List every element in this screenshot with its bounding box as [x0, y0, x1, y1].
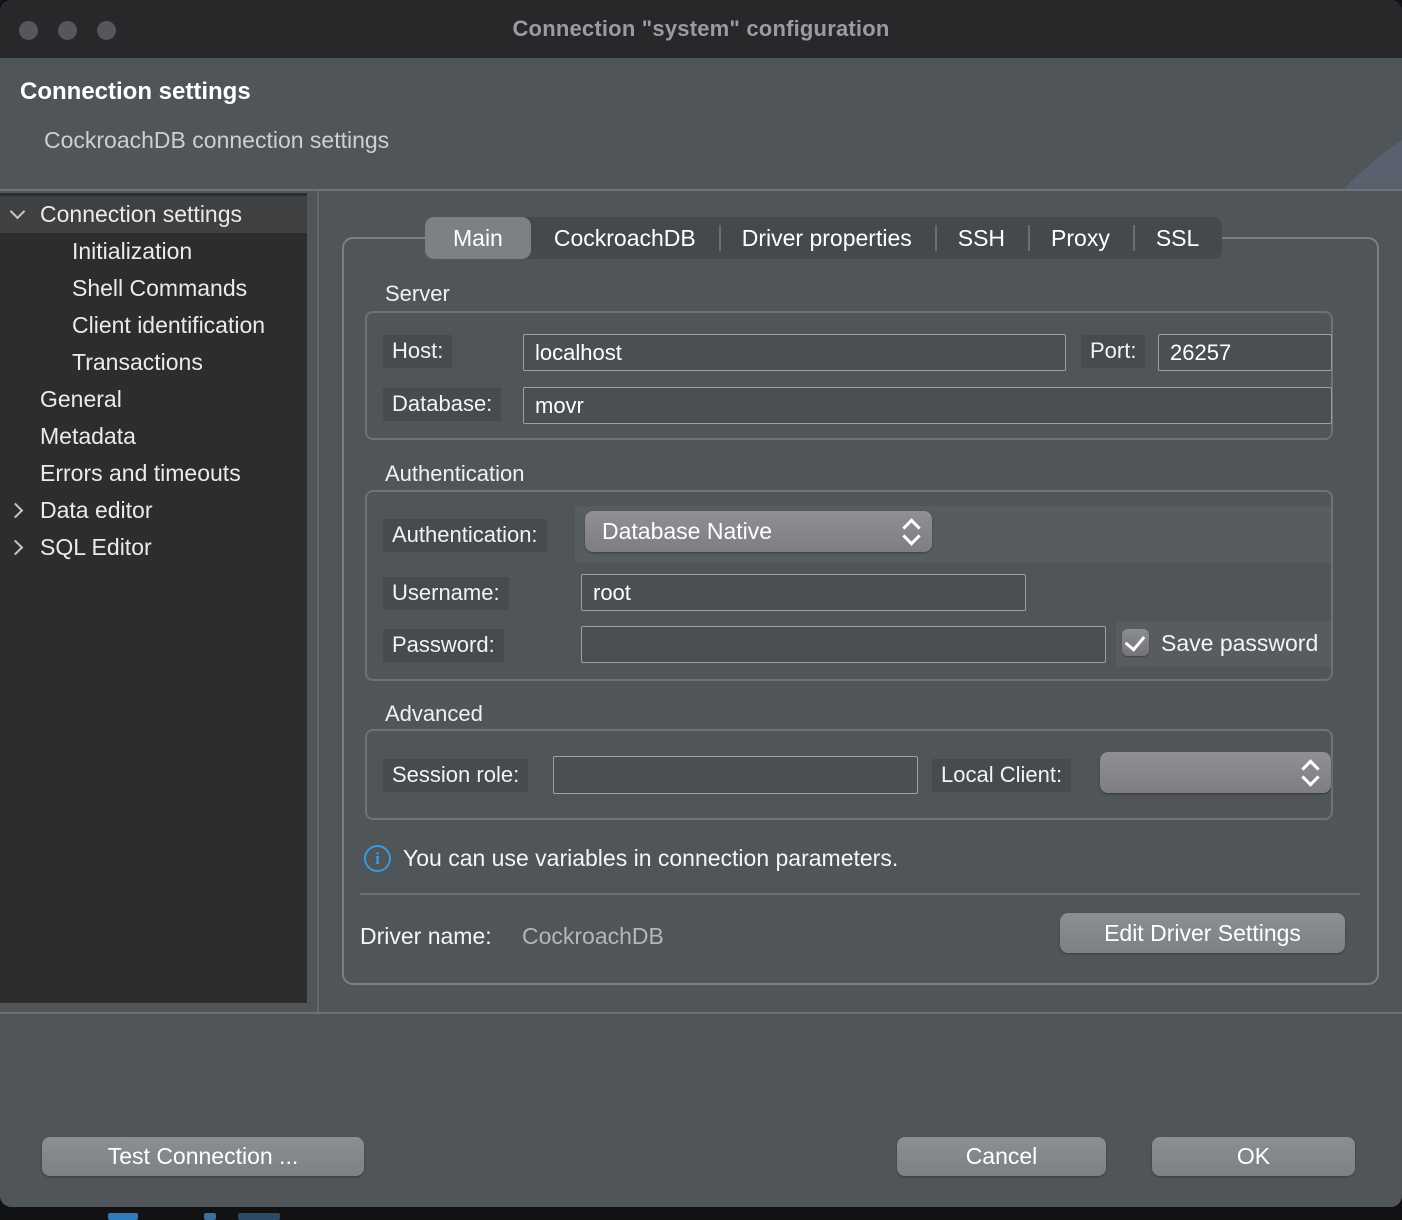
sidebar-item[interactable]: Initialization	[0, 233, 307, 270]
window-controls	[19, 21, 116, 40]
sidebar-item-label: Client identification	[0, 312, 265, 339]
session-role-input[interactable]	[553, 756, 918, 794]
info-icon: i	[364, 845, 391, 872]
titlebar: Connection "system" configuration	[0, 0, 1402, 58]
database-input[interactable]	[523, 387, 1332, 424]
sidebar-item-label: Transactions	[0, 349, 203, 376]
cancel-button[interactable]: Cancel	[897, 1137, 1106, 1176]
connection-tabs: Main CockroachDB Driver properties SSH P…	[425, 217, 1222, 259]
tab[interactable]: SSL	[1133, 217, 1222, 259]
sidebar-item[interactable]: Client identification	[0, 307, 307, 344]
tab-label: SSH	[958, 225, 1005, 252]
edit-driver-settings-button[interactable]: Edit Driver Settings	[1060, 913, 1345, 953]
authentication-label: Authentication:	[383, 519, 547, 552]
popup-stepper-icon	[903, 519, 919, 545]
minimize-window-icon[interactable]	[58, 21, 77, 40]
port-label: Port:	[1081, 335, 1145, 368]
tab-label: Driver properties	[742, 225, 912, 252]
tab[interactable]: CockroachDB	[531, 217, 719, 259]
tab[interactable]: SSH	[935, 217, 1028, 259]
test-connection-button[interactable]: Test Connection ...	[42, 1137, 364, 1176]
sidebar-item-label: Errors and timeouts	[0, 460, 241, 487]
save-password-checkbox[interactable]	[1122, 629, 1149, 656]
sidebar-item[interactable]: Errors and timeouts	[0, 455, 307, 492]
username-input[interactable]	[581, 574, 1026, 611]
info-text: You can use variables in connection para…	[403, 845, 898, 872]
local-client-select[interactable]	[1100, 752, 1331, 793]
sidebar-item-label: General	[0, 386, 122, 413]
authentication-selected-value: Database Native	[602, 518, 772, 545]
host-label: Host:	[383, 335, 452, 368]
port-input[interactable]	[1158, 334, 1332, 371]
close-window-icon[interactable]	[19, 21, 38, 40]
window-title: Connection "system" configuration	[512, 16, 889, 42]
database-label: Database:	[383, 388, 501, 421]
tab[interactable]: Driver properties	[719, 217, 935, 259]
page-title: Connection settings	[20, 78, 251, 106]
ok-button[interactable]: OK	[1152, 1137, 1355, 1176]
tab-label: Proxy	[1051, 225, 1110, 252]
tab[interactable]: Main	[425, 217, 531, 259]
authentication-select[interactable]: Database Native	[585, 511, 932, 552]
sidebar-item[interactable]: Shell Commands	[0, 270, 307, 307]
driver-name-value: CockroachDB	[522, 923, 664, 950]
sidebar-item-label: Metadata	[0, 423, 136, 450]
sidebar-item-label: Shell Commands	[0, 275, 247, 302]
session-role-label: Session role:	[383, 759, 528, 792]
sidebar-item[interactable]: SQL Editor	[0, 529, 307, 566]
page-subtitle: CockroachDB connection settings	[44, 127, 389, 154]
tab-label: Main	[453, 225, 503, 252]
sidebar-item[interactable]: Transactions	[0, 344, 307, 381]
local-client-label: Local Client:	[932, 759, 1071, 792]
username-label: Username:	[383, 577, 509, 610]
zoom-window-icon[interactable]	[97, 21, 116, 40]
sidebar-item[interactable]: General	[0, 381, 307, 418]
connection-config-dialog: Connection "system" configuration Connec…	[0, 0, 1402, 1207]
sidebar-item[interactable]: Data editor	[0, 492, 307, 529]
sidebar-divider	[317, 191, 319, 1013]
tab-label: SSL	[1156, 225, 1199, 252]
host-input[interactable]	[523, 334, 1066, 371]
save-password-label: Save password	[1161, 630, 1333, 657]
authentication-section-label: Authentication	[385, 461, 524, 487]
tab[interactable]: Proxy	[1028, 217, 1133, 259]
footer-divider	[0, 1012, 1402, 1014]
decorative-arcs	[1172, 58, 1402, 189]
tab-label: CockroachDB	[554, 225, 696, 252]
content-divider	[360, 893, 1360, 895]
sidebar-item-label: Connection settings	[0, 201, 242, 228]
sidebar-item[interactable]: Connection settings	[0, 196, 307, 233]
password-label: Password:	[383, 629, 504, 662]
driver-name-label: Driver name:	[360, 923, 492, 950]
dialog-header: Connection settings CockroachDB connecti…	[0, 58, 1402, 191]
sidebar-item[interactable]: Metadata	[0, 418, 307, 455]
settings-tree: Connection settings Initialization Shell…	[0, 193, 307, 1003]
popup-stepper-icon	[1302, 760, 1318, 786]
sidebar-item-label: Initialization	[0, 238, 192, 265]
advanced-section-label: Advanced	[385, 701, 483, 727]
password-input[interactable]	[581, 626, 1106, 663]
server-section-label: Server	[385, 281, 450, 307]
desktop-strip	[0, 1207, 1402, 1220]
